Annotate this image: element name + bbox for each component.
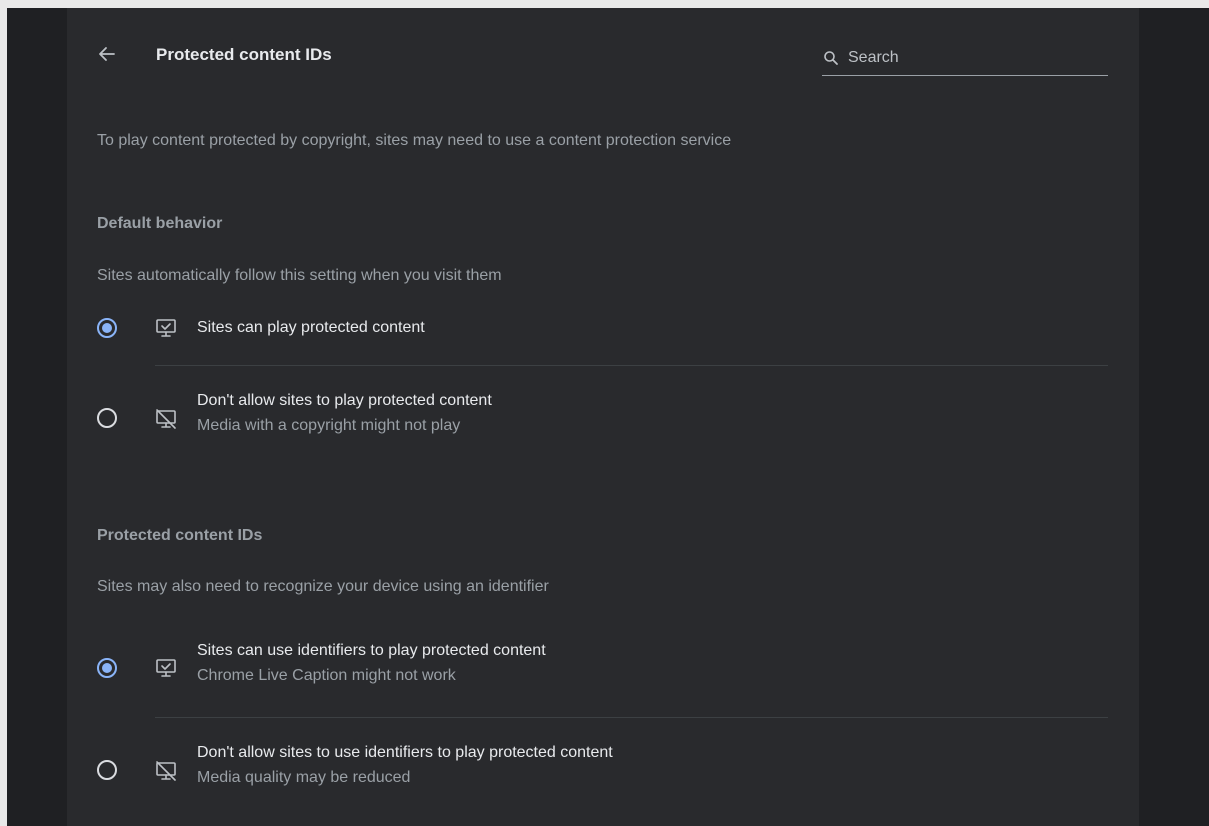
top-edge bbox=[0, 0, 1209, 8]
section-subtitle-protected-ids: Sites may also need to recognize your de… bbox=[97, 578, 549, 595]
option-label: Sites can use identifiers to play protec… bbox=[197, 642, 546, 659]
radio-dont-allow-play[interactable] bbox=[97, 408, 117, 428]
section-title-protected-ids: Protected content IDs bbox=[97, 527, 263, 544]
option-dont-allow-play[interactable]: Don't allow sites to play protected cont… bbox=[67, 386, 1139, 442]
option-dont-allow-ids[interactable]: Don't allow sites to use identifiers to … bbox=[67, 738, 1139, 794]
option-sublabel: Chrome Live Caption might not work bbox=[197, 667, 456, 684]
option-label: Don't allow sites to use identifiers to … bbox=[197, 744, 613, 761]
radio-dont-allow-ids[interactable] bbox=[97, 760, 117, 780]
search-placeholder: Search bbox=[848, 49, 899, 66]
section-title-default-behavior: Default behavior bbox=[97, 215, 223, 232]
option-sites-can-use-ids[interactable]: Sites can use identifiers to play protec… bbox=[67, 636, 1139, 692]
option-divider bbox=[155, 365, 1108, 366]
radio-sites-can-use-ids[interactable] bbox=[97, 658, 117, 678]
radio-sites-can-play[interactable] bbox=[97, 318, 117, 338]
page-title: Protected content IDs bbox=[156, 45, 332, 64]
option-label: Don't allow sites to play protected cont… bbox=[197, 392, 492, 409]
left-edge bbox=[0, 8, 7, 826]
monitor-check-icon bbox=[153, 655, 179, 681]
option-sites-can-play[interactable]: Sites can play protected content bbox=[67, 300, 1139, 356]
section-subtitle-default-behavior: Sites automatically follow this setting … bbox=[97, 267, 502, 284]
back-arrow-icon[interactable] bbox=[95, 42, 119, 66]
page-header: Protected content IDs Search bbox=[67, 8, 1139, 98]
option-sublabel: Media quality may be reduced bbox=[197, 769, 411, 786]
monitor-off-icon bbox=[153, 406, 179, 432]
monitor-off-icon bbox=[153, 758, 179, 784]
option-sublabel: Media with a copyright might not play bbox=[197, 417, 461, 434]
search-input[interactable]: Search bbox=[822, 41, 1108, 76]
option-label: Sites can play protected content bbox=[197, 319, 425, 336]
page-description: To play content protected by copyright, … bbox=[97, 132, 732, 149]
monitor-check-icon bbox=[153, 315, 179, 341]
settings-card: Protected content IDs Search To play con… bbox=[67, 8, 1139, 826]
search-icon bbox=[822, 49, 840, 67]
option-divider bbox=[155, 717, 1108, 718]
